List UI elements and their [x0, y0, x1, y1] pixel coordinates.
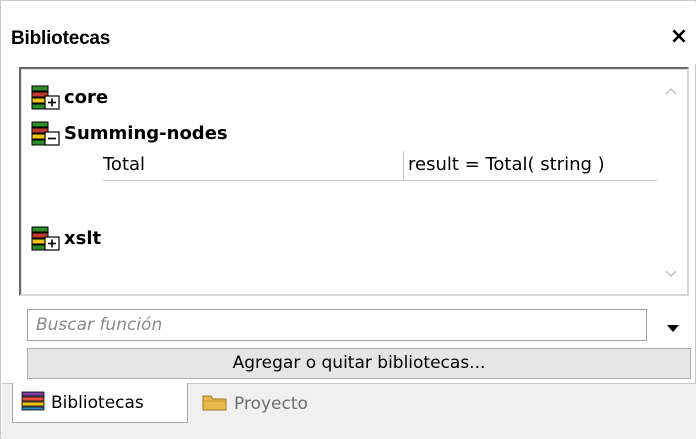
search-input[interactable]	[28, 310, 646, 340]
search-field[interactable]	[27, 309, 647, 341]
books-icon	[21, 391, 45, 415]
function-signature: result = Total( string )	[408, 154, 605, 175]
function-name: Total	[103, 154, 146, 175]
library-label: xslt	[64, 227, 102, 249]
library-expand-icon[interactable]	[31, 225, 61, 251]
library-collapse-icon[interactable]	[31, 120, 61, 146]
close-button[interactable]: ×	[666, 24, 692, 50]
panel-title-bar: Bibliotecas ×	[2, 2, 696, 64]
vertical-scrollbar[interactable]	[655, 69, 687, 294]
tab-label: Proyecto	[234, 394, 308, 414]
library-item-core[interactable]: core	[31, 83, 108, 111]
tab-label: Bibliotecas	[51, 392, 144, 413]
panel-tab-strip: Bibliotecas Proyecto	[2, 383, 696, 439]
library-label: core	[64, 86, 109, 108]
library-label: Summing-nodes	[64, 122, 228, 144]
library-item-summing-nodes[interactable]: Summing-nodes	[31, 119, 228, 147]
library-tree[interactable]: core Summing-nodes Total result = Total(…	[19, 67, 689, 296]
libraries-panel: Bibliotecas × core Summing-nodes Total r…	[0, 0, 696, 439]
scroll-up-icon[interactable]	[664, 83, 678, 97]
column-separator	[403, 151, 404, 181]
function-row-total[interactable]: Total result = Total( string )	[103, 151, 657, 181]
add-remove-libraries-button[interactable]: Agregar o quitar bibliotecas...	[27, 348, 691, 379]
search-dropdown-icon[interactable]	[664, 319, 682, 332]
library-expand-icon[interactable]	[31, 84, 61, 110]
library-item-xslt[interactable]: xslt	[31, 224, 101, 252]
tab-bibliotecas[interactable]: Bibliotecas	[12, 383, 188, 423]
folder-icon	[202, 392, 228, 416]
panel-title: Bibliotecas	[11, 28, 111, 49]
scroll-down-icon[interactable]	[664, 266, 678, 280]
tab-proyecto[interactable]: Proyecto	[198, 384, 338, 424]
